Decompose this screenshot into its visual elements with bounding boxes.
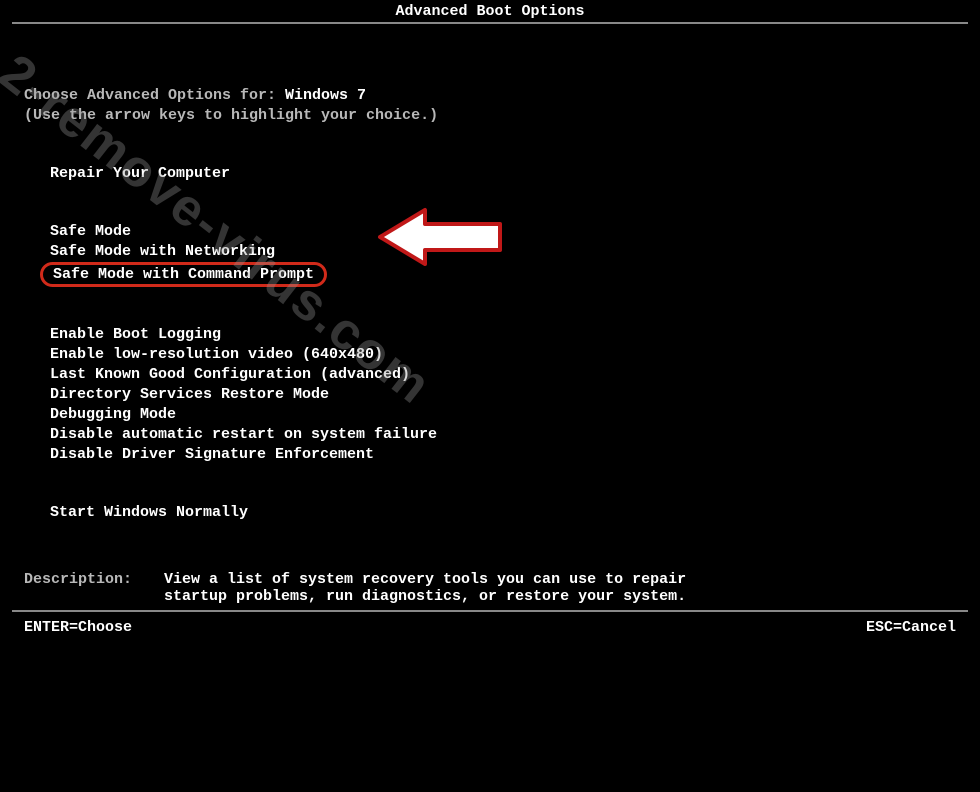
page-title: Advanced Boot Options [0, 3, 980, 21]
highlighted-option: Safe Mode with Command Prompt [40, 262, 327, 287]
footer-esc: ESC=Cancel [866, 619, 956, 636]
menu-boot-log[interactable]: Enable Boot Logging [24, 325, 956, 345]
title-underline [12, 22, 968, 24]
menu-debug[interactable]: Debugging Mode [24, 405, 956, 425]
footer-separator [12, 610, 968, 612]
menu-low-res[interactable]: Enable low-resolution video (640x480) [24, 345, 956, 365]
menu-normal[interactable]: Start Windows Normally [24, 503, 956, 523]
footer-enter: ENTER=Choose [24, 619, 132, 636]
hint-line: (Use the arrow keys to highlight your ch… [24, 106, 956, 126]
menu-repair[interactable]: Repair Your Computer [24, 164, 956, 184]
description-block: Description: View a list of system recov… [24, 571, 956, 605]
description-text: View a list of system recovery tools you… [164, 571, 686, 605]
choose-line: Choose Advanced Options for: Windows 7 [24, 86, 956, 106]
arrow-icon [370, 202, 510, 277]
menu-last-known[interactable]: Last Known Good Configuration (advanced) [24, 365, 956, 385]
menu-no-auto-restart[interactable]: Disable automatic restart on system fail… [24, 425, 956, 445]
description-label: Description: [24, 571, 164, 605]
menu-dsrm[interactable]: Directory Services Restore Mode [24, 385, 956, 405]
menu-no-driver-sig[interactable]: Disable Driver Signature Enforcement [24, 445, 956, 465]
